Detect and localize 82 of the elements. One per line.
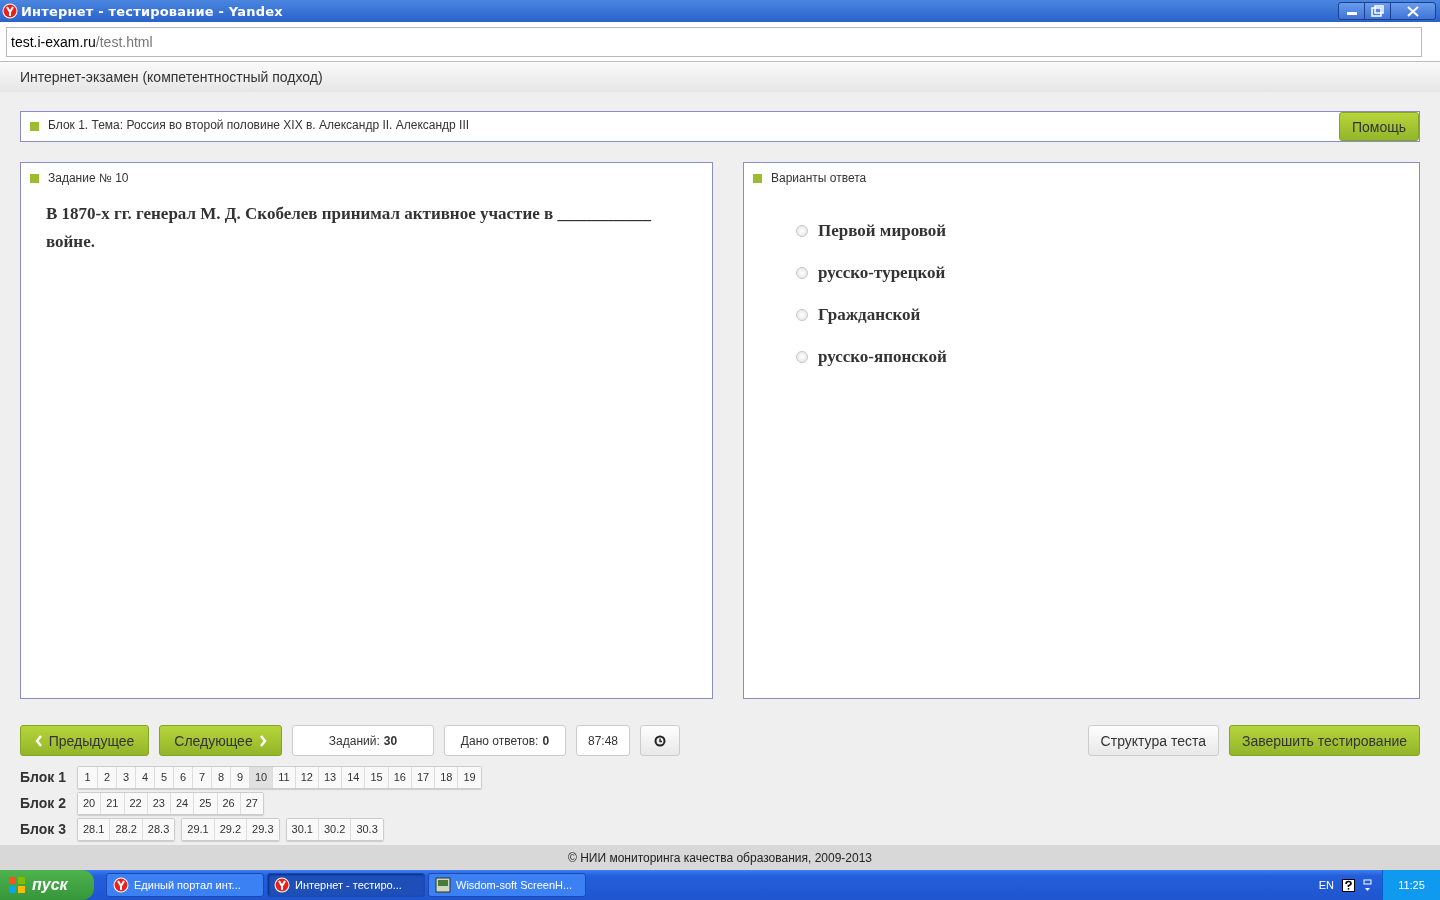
answer-option[interactable]: Первой мировой <box>818 221 947 241</box>
task-number-button[interactable]: 26 <box>216 792 240 814</box>
task-number-button[interactable]: 19 <box>457 766 481 788</box>
block-label: Блок 1 <box>20 769 67 785</box>
taskbar-item[interactable]: Интернет - тестиро... <box>267 873 425 897</box>
task-number-button[interactable]: 29.2 <box>213 818 247 840</box>
task-number-button[interactable]: 29.3 <box>246 818 279 840</box>
task-number-button[interactable]: 28.3 <box>141 818 175 840</box>
address-field[interactable]: test.i-exam.ru/test.html <box>6 26 1422 57</box>
language-indicator[interactable]: EN <box>1318 879 1334 891</box>
radio-button[interactable] <box>796 309 808 321</box>
clock-time: 11:25 <box>1398 879 1425 891</box>
task-number-button[interactable]: 27 <box>239 792 263 814</box>
task-number-button[interactable]: 30.3 <box>350 818 383 840</box>
task-number-button[interactable]: 24 <box>170 792 194 814</box>
block-label: Блок 2 <box>20 795 67 811</box>
task-number-button[interactable]: 22 <box>123 792 147 814</box>
task-number-button[interactable]: 25 <box>193 792 217 814</box>
browser-logo-icon <box>113 877 129 893</box>
task-number-button[interactable]: 1 <box>78 766 97 788</box>
browser-logo-icon <box>2 3 18 19</box>
app-icon <box>435 877 451 893</box>
task-number-button[interactable]: 15 <box>364 766 388 788</box>
radio-button[interactable] <box>796 225 808 237</box>
task-number-button[interactable]: 28.2 <box>109 818 142 840</box>
footer-text: © НИИ мониторинга качества образования, 2009-2013 <box>568 850 872 865</box>
chevron-right-icon <box>258 734 267 747</box>
help-icon[interactable] <box>1342 878 1355 892</box>
task-number-button[interactable]: 21 <box>100 792 124 814</box>
square-bullet-icon <box>30 122 39 131</box>
task-number-button[interactable]: 3 <box>116 766 135 788</box>
timer-button[interactable] <box>640 725 680 756</box>
window-title: Интернет - тестирование - Yandex <box>21 3 284 19</box>
task-number-button[interactable]: 16 <box>387 766 411 788</box>
answer-option[interactable]: Гражданской <box>818 305 921 325</box>
browser-logo-icon <box>274 877 290 893</box>
previous-button[interactable]: Предыдущее <box>20 725 149 756</box>
task-number-button[interactable]: 23 <box>146 792 170 814</box>
answer-option[interactable]: русско-японской <box>818 347 947 367</box>
page-header: Интернет-экзамен (компетентностный подход) <box>20 69 323 85</box>
task-number-button[interactable]: 11 <box>272 766 295 788</box>
taskbar-item[interactable]: Единый портал инт... <box>106 873 264 897</box>
answers-count: Дано ответов: 0 <box>444 725 566 756</box>
task-number-button[interactable]: 29.1 <box>182 818 214 840</box>
windows-logo-icon <box>8 876 26 894</box>
task-number-button[interactable]: 14 <box>341 766 365 788</box>
timer: 87:48 <box>576 725 630 756</box>
square-bullet-icon <box>753 173 762 183</box>
task-number-button[interactable]: 2 <box>97 766 116 788</box>
task-number-button[interactable]: 18 <box>434 766 458 788</box>
chevron-left-icon <box>34 734 43 747</box>
question-text: В 1870-х гг. генерал М. Д. Скобелев принимал активное участие в ___________ войне. <box>46 203 652 253</box>
panel-title: Задание № 10 <box>48 171 129 185</box>
tray-arrow-icon[interactable] <box>1363 878 1372 892</box>
task-number-button[interactable]: 7 <box>192 766 211 788</box>
finish-button[interactable]: Завершить тестирование <box>1229 725 1420 756</box>
help-button[interactable]: Помощь <box>1338 112 1419 141</box>
structure-button[interactable]: Структура теста <box>1087 725 1219 756</box>
task-number-button[interactable]: 17 <box>410 766 435 788</box>
task-number-button[interactable]: 13 <box>317 766 342 788</box>
task-number-button[interactable]: 5 <box>154 766 173 788</box>
radio-button[interactable] <box>796 267 808 279</box>
square-bullet-icon <box>30 173 39 183</box>
taskbar-item[interactable]: Wisdom-soft ScreenH... <box>428 873 586 897</box>
task-number-button[interactable]: 28.1 <box>78 818 110 840</box>
topic-title: Блок 1. Тема: Россия во второй половине XIX в. Александр II. Александр III <box>48 118 471 132</box>
task-number-button[interactable]: 12 <box>294 766 318 788</box>
task-number-button[interactable]: 9 <box>230 766 249 788</box>
task-number-button[interactable]: 30.2 <box>317 818 351 840</box>
task-number-button[interactable]: 20 <box>78 792 101 814</box>
next-button[interactable]: Следующее <box>159 725 282 756</box>
radio-button[interactable] <box>796 351 808 363</box>
task-number-button[interactable]: 6 <box>173 766 192 788</box>
block-label: Блок 3 <box>20 821 67 837</box>
panel-title: Варианты ответа <box>771 171 867 185</box>
task-number-button[interactable]: 8 <box>211 766 230 788</box>
clock-icon <box>654 734 666 747</box>
answer-option[interactable]: русско-турецкой <box>818 263 946 283</box>
task-number-button[interactable]: 10 <box>249 766 273 788</box>
tasks-count: Заданий: 30 <box>292 725 434 756</box>
task-number-button[interactable]: 4 <box>135 766 154 788</box>
task-number-button[interactable]: 30.1 <box>286 818 318 840</box>
